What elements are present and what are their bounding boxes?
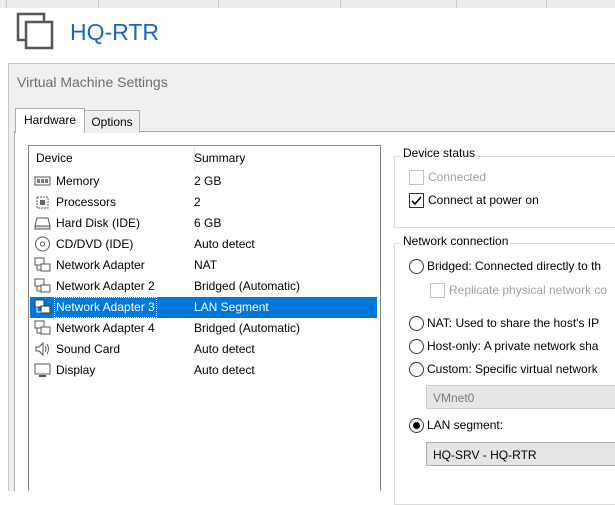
device-list[interactable]: Device Summary Memory 2 GB Processors 2 … bbox=[28, 145, 381, 491]
device-row-cd-dvd[interactable]: CD/DVD (IDE) Auto detect bbox=[30, 234, 377, 255]
device-name: Processors bbox=[56, 195, 117, 209]
device-summary: NAT bbox=[194, 258, 218, 272]
host-only-radio[interactable] bbox=[409, 339, 424, 354]
dialog-title: Virtual Machine Settings bbox=[17, 74, 168, 90]
device-name: Network Adapter 3 bbox=[54, 297, 157, 318]
device-summary: Bridged (Automatic) bbox=[194, 321, 301, 335]
replicate-physical-network-checkbox[interactable] bbox=[430, 283, 445, 298]
connect-at-power-on-checkbox[interactable] bbox=[409, 193, 424, 208]
lan-segment-select[interactable]: HQ-SRV - HQ-RTR bbox=[426, 442, 615, 466]
device-name: Sound Card bbox=[56, 342, 121, 356]
device-row-network-adapter-2[interactable]: Network Adapter 2 Bridged (Automatic) bbox=[30, 276, 377, 297]
device-name: Network Adapter bbox=[56, 258, 145, 272]
hard-disk-icon bbox=[34, 217, 51, 230]
device-summary: Auto detect bbox=[194, 237, 255, 251]
network-adapter-icon bbox=[34, 278, 51, 293]
custom-label: Custom: Specific virtual network bbox=[427, 362, 598, 376]
bridged-radio[interactable] bbox=[409, 259, 424, 274]
device-row-network-adapter-3[interactable]: Network Adapter 3 LAN Segment bbox=[30, 297, 377, 318]
device-row-hard-disk[interactable]: Hard Disk (IDE) 6 GB bbox=[30, 213, 377, 234]
connected-label: Connected bbox=[428, 170, 487, 184]
lan-segment-radio[interactable] bbox=[409, 418, 424, 433]
tab-hardware[interactable]: Hardware bbox=[15, 108, 85, 133]
device-summary: 2 bbox=[194, 195, 201, 209]
cd-dvd-icon bbox=[35, 236, 50, 252]
nat-label: NAT: Used to share the host's IP bbox=[427, 316, 600, 330]
memory-icon bbox=[34, 176, 51, 186]
virtual-machine-icon bbox=[16, 12, 54, 50]
tab-options[interactable]: Options bbox=[84, 110, 140, 133]
device-summary: Bridged (Automatic) bbox=[194, 279, 301, 293]
checkmark-icon bbox=[411, 196, 422, 206]
device-row-display[interactable]: Display Auto detect bbox=[30, 360, 377, 381]
column-header-device[interactable]: Device bbox=[29, 146, 195, 170]
device-row-network-adapter[interactable]: Network Adapter NAT bbox=[30, 255, 377, 276]
device-summary: Auto detect bbox=[194, 342, 255, 356]
custom-network-select[interactable]: VMnet0 bbox=[426, 385, 615, 409]
connect-at-power-on-label: Connect at power on bbox=[428, 193, 539, 207]
device-summary: 6 GB bbox=[194, 216, 222, 230]
replicate-physical-network-label: Replicate physical network co bbox=[449, 283, 608, 297]
device-row-processors[interactable]: Processors 2 bbox=[30, 192, 377, 213]
vm-name-title: HQ-RTR bbox=[70, 19, 160, 45]
device-row-network-adapter-4[interactable]: Network Adapter 4 Bridged (Automatic) bbox=[30, 318, 377, 339]
bridged-label: Bridged: Connected directly to th bbox=[427, 259, 602, 273]
network-adapter-icon bbox=[34, 320, 51, 335]
host-only-label: Host-only: A private network sha bbox=[427, 339, 599, 353]
sound-card-icon bbox=[35, 341, 49, 357]
device-name: Memory bbox=[56, 174, 100, 188]
device-summary: Auto detect bbox=[194, 363, 255, 377]
column-header-summary[interactable]: Summary bbox=[187, 146, 386, 170]
device-row-memory[interactable]: Memory 2 GB bbox=[30, 171, 377, 192]
connected-checkbox[interactable] bbox=[409, 170, 424, 185]
processor-icon bbox=[36, 196, 49, 209]
device-name: CD/DVD (IDE) bbox=[56, 237, 134, 251]
device-row-sound-card[interactable]: Sound Card Auto detect bbox=[30, 339, 377, 360]
nat-radio[interactable] bbox=[409, 316, 424, 331]
network-connection-legend: Network connection bbox=[401, 234, 511, 248]
device-summary: 2 GB bbox=[194, 174, 222, 188]
network-adapter-icon bbox=[34, 299, 51, 314]
device-name: Display bbox=[56, 363, 96, 377]
display-icon bbox=[34, 363, 51, 377]
custom-radio[interactable] bbox=[409, 362, 424, 377]
network-adapter-icon bbox=[34, 257, 51, 272]
device-summary: LAN Segment bbox=[194, 300, 269, 314]
device-name: Hard Disk (IDE) bbox=[56, 216, 141, 230]
device-name: Network Adapter 2 bbox=[56, 279, 155, 293]
device-status-legend: Device status bbox=[401, 146, 478, 160]
device-name: Network Adapter 4 bbox=[56, 321, 155, 335]
lan-segment-label: LAN segment: bbox=[427, 418, 504, 432]
